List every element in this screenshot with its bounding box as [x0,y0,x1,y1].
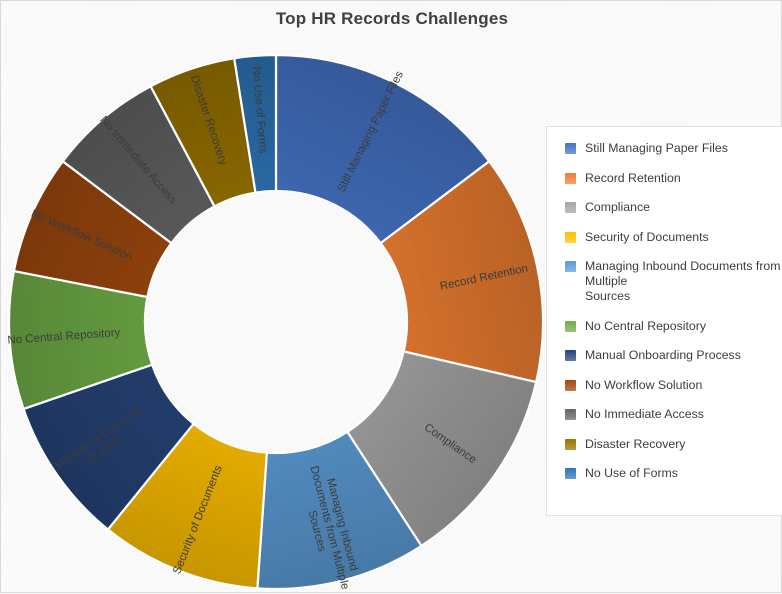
legend-item-label: Security of Documents [585,229,709,244]
legend-color-swatch [565,231,576,243]
legend-item-label: No Use of Forms [585,466,678,480]
chart-legend: Still Managing Paper Files Record Retenti… [546,126,782,516]
legend-item-label: Managing Inbound Documents from Multiple… [585,259,781,303]
legend-item[interactable]: Compliance [565,200,782,215]
chart-slices[interactable] [7,53,545,591]
legend-item-label: Record Retention [585,170,681,185]
legend-item-label: Still Managing Paper Files [585,141,728,155]
legend-item[interactable]: No Workflow Solution [565,378,782,393]
legend-item-label: No Workflow Solution [585,377,703,392]
legend-color-swatch [565,438,576,450]
legend-item-label: No Central Repository [585,318,706,333]
legend-color-swatch [565,350,576,361]
legend-item-label: No Immediate Access [585,407,704,421]
legend-item[interactable]: Record Retention [565,171,782,186]
legend-item-label: Disaster Recovery [585,436,686,451]
legend-item[interactable]: Managing Inbound Documents from Multiple… [565,259,782,304]
legend-item[interactable]: Manual Onboarding Process [565,348,782,363]
legend-item[interactable]: Still Managing Paper Files [565,141,782,156]
legend-color-swatch [565,468,576,479]
legend-item[interactable]: No Central Repository [565,319,782,334]
legend-color-swatch [565,409,576,420]
legend-item[interactable]: Disaster Recovery [565,437,782,452]
legend-color-swatch [565,379,576,391]
legend-color-swatch [565,172,576,184]
legend-item-label: Manual Onboarding Process [585,348,741,362]
legend-color-swatch [565,261,576,272]
legend-item[interactable]: Security of Documents [565,230,782,245]
legend-color-swatch [565,320,576,332]
legend-item[interactable]: No Immediate Access [565,407,782,422]
legend-item-label: Compliance [585,200,650,214]
legend-color-swatch [565,202,576,213]
legend-color-swatch [565,143,576,154]
legend-item[interactable]: No Use of Forms [565,466,782,481]
